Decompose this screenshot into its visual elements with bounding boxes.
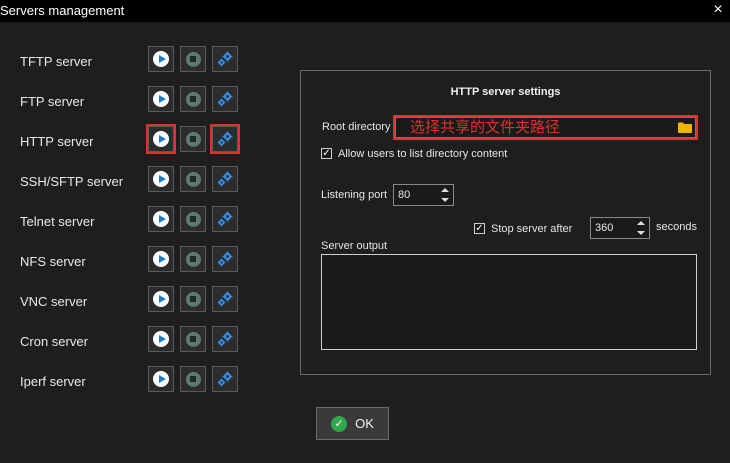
stop-icon <box>185 331 201 347</box>
stop-server-button[interactable] <box>180 126 206 152</box>
window-title: Servers management <box>0 3 125 18</box>
server-settings-button[interactable] <box>212 286 238 312</box>
stop-server-button[interactable] <box>180 166 206 192</box>
title-bar: Servers management × <box>0 0 730 22</box>
allow-list-label: Allow users to list directory content <box>338 148 508 160</box>
stop-icon <box>185 171 201 187</box>
start-server-button[interactable] <box>148 166 174 192</box>
server-row: FTP server <box>0 86 260 116</box>
stop-server-button[interactable] <box>180 86 206 112</box>
server-row: Iperf server <box>0 366 260 396</box>
ok-label: OK <box>355 416 374 431</box>
server-row: VNC server <box>0 286 260 316</box>
server-settings-button[interactable] <box>212 86 238 112</box>
listening-port-value: 80 <box>398 189 411 201</box>
stop-server-button[interactable] <box>180 366 206 392</box>
server-label: Iperf server <box>20 374 86 389</box>
gear-icon <box>217 91 233 107</box>
ok-button[interactable]: ✓ OK <box>316 407 389 440</box>
play-icon <box>153 51 169 67</box>
allow-list-checkbox[interactable]: ✓ <box>321 148 332 159</box>
stop-icon <box>185 371 201 387</box>
stop-server-button[interactable] <box>180 246 206 272</box>
server-settings-button[interactable] <box>212 366 238 392</box>
gear-icon <box>217 331 233 347</box>
root-directory-input[interactable]: 选择共享的文件夹路径 <box>393 115 698 140</box>
play-icon <box>153 171 169 187</box>
seconds-label: seconds <box>656 221 697 233</box>
play-icon <box>153 371 169 387</box>
stop-after-spinner[interactable]: 360 <box>590 217 650 239</box>
start-server-button[interactable] <box>148 246 174 272</box>
root-directory-label: Root directory <box>322 121 391 133</box>
browse-folder-button[interactable] <box>674 117 696 138</box>
server-output-label: Server output <box>321 240 388 252</box>
start-server-button[interactable] <box>148 86 174 112</box>
server-label: SSH/SFTP server <box>20 174 124 189</box>
start-server-button[interactable] <box>148 46 174 72</box>
spinner-arrows-icon[interactable] <box>635 219 647 237</box>
stop-server-button[interactable] <box>180 326 206 352</box>
server-settings-button[interactable] <box>210 124 240 154</box>
start-server-button[interactable] <box>146 124 176 154</box>
stop-icon <box>185 131 201 147</box>
server-row: NFS server <box>0 246 260 276</box>
start-server-button[interactable] <box>148 206 174 232</box>
gear-icon <box>217 371 233 387</box>
start-server-button[interactable] <box>148 286 174 312</box>
gear-icon <box>217 211 233 227</box>
server-label: HTTP server <box>20 134 94 149</box>
stop-server-button[interactable] <box>180 46 206 72</box>
start-server-button[interactable] <box>148 366 174 392</box>
listening-port-label: Listening port <box>321 189 388 201</box>
play-icon <box>153 251 169 267</box>
server-output-box[interactable] <box>321 254 697 350</box>
server-label: Cron server <box>20 334 88 349</box>
stop-icon <box>185 211 201 227</box>
folder-icon <box>678 122 692 133</box>
listening-port-spinner[interactable]: 80 <box>393 184 454 206</box>
stop-icon <box>185 51 201 67</box>
server-settings-button[interactable] <box>212 206 238 232</box>
gear-icon <box>217 171 233 187</box>
server-settings-button[interactable] <box>212 46 238 72</box>
server-label: VNC server <box>20 294 88 309</box>
server-row: Telnet server <box>0 206 260 236</box>
server-settings-button[interactable] <box>212 166 238 192</box>
server-label: NFS server <box>20 254 86 269</box>
play-icon <box>153 211 169 227</box>
stop-after-label: Stop server after <box>491 223 573 235</box>
server-label: TFTP server <box>20 54 92 69</box>
server-row: HTTP server <box>0 124 260 156</box>
stop-server-button[interactable] <box>180 286 206 312</box>
gear-icon <box>217 51 233 67</box>
gear-icon <box>217 251 233 267</box>
server-settings-button[interactable] <box>212 326 238 352</box>
play-icon <box>153 291 169 307</box>
close-icon[interactable]: × <box>710 1 726 19</box>
spinner-arrows-icon[interactable] <box>439 186 451 204</box>
play-icon <box>153 131 169 147</box>
play-icon <box>153 331 169 347</box>
server-label: Telnet server <box>20 214 95 229</box>
stop-after-checkbox[interactable]: ✓ <box>474 223 485 234</box>
server-settings-button[interactable] <box>212 246 238 272</box>
stop-icon <box>185 251 201 267</box>
play-icon <box>153 91 169 107</box>
server-label: FTP server <box>20 94 85 109</box>
gear-icon <box>217 291 233 307</box>
stop-icon <box>185 91 201 107</box>
stop-icon <box>185 291 201 307</box>
stop-server-button[interactable] <box>180 206 206 232</box>
gear-icon <box>217 131 233 147</box>
start-server-button[interactable] <box>148 326 174 352</box>
check-icon: ✓ <box>331 415 348 432</box>
server-row: Cron server <box>0 326 260 356</box>
stop-after-value: 360 <box>595 222 614 234</box>
server-row: TFTP server <box>0 46 260 76</box>
server-row: SSH/SFTP server <box>0 166 260 196</box>
http-settings-panel: HTTP server settings Root directory 选择共享… <box>300 70 711 375</box>
panel-title: HTTP server settings <box>450 86 561 98</box>
